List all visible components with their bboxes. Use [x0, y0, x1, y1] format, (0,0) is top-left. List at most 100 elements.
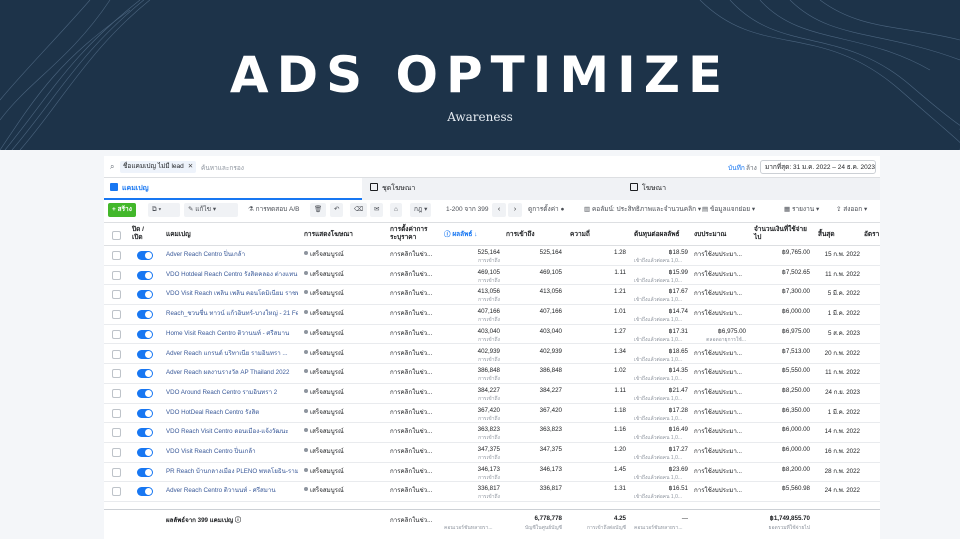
results-sub: การเข้าถึง [478, 435, 500, 442]
row-toggle[interactable] [137, 487, 153, 497]
reach-value: 346,173 [539, 465, 562, 473]
campaign-name-link[interactable]: Home Visit Reach Centro ติวานนท์ - ศรีสม… [166, 328, 298, 338]
header-campaign[interactable]: แคมเปญ [166, 231, 191, 239]
campaign-name-link[interactable]: VDO Reach Visit Centro ดอนเมือง-แจ้งวัฒน… [166, 426, 298, 436]
header-amount-spent[interactable]: จำนวนเงินที่ใช้จ่ายไป [754, 226, 810, 242]
campaign-name-link[interactable]: PR Reach บ้านกลางเมือง PLENO พหลโยธิน-รา… [166, 466, 298, 476]
comment-icon[interactable]: ✉ [370, 203, 384, 217]
campaign-name-link[interactable]: Reach_ชวนชื่น ทาวน์ แก้วอินทร์-บางใหญ่ -… [166, 308, 298, 318]
table-row[interactable]: PR Reach บ้านกลางเมือง PLENO พหลโยธิน-รา… [104, 462, 880, 483]
table-row[interactable]: VDO Hotdeal Reach Centro รังสิตคลอง ต่าง… [104, 265, 880, 286]
clear-button[interactable]: ล้าง [746, 163, 757, 173]
header-onoff[interactable]: ปิด / เปิด [132, 226, 154, 242]
table-row[interactable]: Adver Reach แกรนด์ บริทาเนีย รามอินทรา .… [104, 344, 880, 365]
reports-dropdown[interactable]: ▦ รายงาน ▾ [780, 203, 823, 217]
row-checkbox[interactable] [112, 329, 121, 339]
row-checkbox[interactable] [112, 270, 121, 280]
header-more[interactable]: อัตรา [864, 231, 879, 239]
campaign-name-link[interactable]: VDO Hotdeal Reach Centro รังสิตคลอง ต่าง… [166, 269, 298, 279]
view-setup-toggle[interactable]: ดูการตั้งค่า ● [524, 203, 568, 217]
search-input[interactable]: ค้นหาและกรอง [201, 163, 244, 173]
table-row[interactable]: Reach_ชวนชื่น ทาวน์ แก้วอินทร์-บางใหญ่ -… [104, 305, 880, 325]
prev-page-button[interactable]: ‹ [492, 203, 506, 217]
delete-icon[interactable]: 🗑 [310, 203, 327, 217]
budget-value: การใช้งบประมา... [694, 408, 742, 416]
row-checkbox[interactable] [112, 408, 121, 418]
header-budget[interactable]: งบประมาณ [694, 231, 726, 239]
row-toggle[interactable] [137, 251, 153, 260]
header-cost-per-result[interactable]: ต้นทุนต่อผลลัพธ์ [634, 231, 680, 239]
duplicate-button[interactable]: ⧉ ▾ [148, 203, 180, 217]
select-all-checkbox[interactable] [112, 231, 121, 240]
table-row[interactable]: VDO Visit Reach เพลิน เพลิน คอนโดมิเนียม… [104, 285, 880, 306]
trash-icon[interactable]: ⌫ [350, 203, 368, 217]
campaign-name-link[interactable]: VDO Visit Reach Centro ปิ่นเกล้า [166, 446, 298, 456]
tab-ads[interactable]: โฆษณา [624, 178, 880, 200]
table-row[interactable]: Adver Reach ผลงานรางวัล AP Thailand 2022… [104, 364, 880, 384]
results-sub: การเข้าถึง [478, 376, 500, 383]
row-checkbox[interactable] [112, 467, 121, 477]
table-row[interactable]: Home Visit Reach Centro ติวานนท์ - ศรีสม… [104, 324, 880, 345]
row-toggle[interactable] [137, 369, 153, 379]
filter-chip[interactable]: ชื่อแคมเปญ ไม่มี lead ✕ [120, 161, 197, 173]
edit-button[interactable]: ✎ แก้ไข ▾ [184, 203, 238, 217]
campaign-name-link[interactable]: Adver Reach Centro ปิ่นเกล้า [166, 249, 298, 259]
status-dot-icon [304, 408, 308, 413]
campaign-name-link[interactable]: VDO HotDeal Reach Centro รังสิต [166, 407, 298, 417]
export-dropdown[interactable]: ⇪ ส่งออก ▾ [832, 203, 871, 217]
header-delivery[interactable]: การแสดงโฆษณา [304, 231, 353, 239]
row-checkbox[interactable] [112, 369, 121, 379]
tab-adsets[interactable]: ชุดโฆษณา [364, 178, 622, 200]
row-checkbox[interactable] [112, 310, 121, 320]
undo-icon[interactable]: ↶ [330, 203, 344, 217]
row-toggle[interactable] [137, 428, 153, 438]
amount-spent-value: ฿9,765.00 [781, 249, 810, 256]
next-page-button[interactable]: › [508, 203, 522, 217]
row-toggle[interactable] [137, 448, 153, 457]
tab-campaigns[interactable]: แคมเปญ [104, 178, 362, 200]
campaign-name-link[interactable]: VDO Visit Reach เพลิน เพลิน คอนโดมิเนียม… [166, 288, 298, 298]
row-toggle[interactable] [137, 349, 153, 359]
row-checkbox[interactable] [112, 388, 121, 398]
cost-per-result-value: ฿16.51 [668, 485, 688, 493]
row-checkbox[interactable] [112, 448, 121, 457]
row-toggle[interactable] [137, 310, 153, 320]
campaign-name-link[interactable]: VDO Around Reach Centro รามอินทรา 2 [166, 387, 298, 397]
header-reach[interactable]: การเข้าถึง [506, 231, 535, 239]
ab-test-button[interactable]: ⚗ การทดสอบ A/B [244, 203, 304, 217]
campaign-name-link[interactable]: Adver Reach Centro ติวานนท์ - ศรีสมาน [166, 485, 298, 495]
columns-dropdown[interactable]: ▥ คอลัมน์: ประสิทธิภาพและจำนวนคลิก ▾ [580, 203, 705, 217]
row-toggle[interactable] [137, 329, 153, 339]
row-checkbox[interactable] [112, 428, 121, 438]
campaign-name-link[interactable]: Adver Reach ผลงานรางวัล AP Thailand 2022 [166, 367, 298, 377]
row-toggle[interactable] [137, 388, 153, 398]
row-toggle[interactable] [137, 467, 153, 477]
date-range-picker[interactable]: มากที่สุด: 31 ม.ค. 2022 – 24 ธ.ค. 2023 [760, 160, 876, 174]
table-row[interactable]: Adver Reach Centro ติวานนท์ - ศรีสมาน เสร… [104, 482, 880, 503]
row-checkbox[interactable] [112, 349, 121, 359]
row-checkbox[interactable] [112, 487, 121, 497]
header-bid-strategy[interactable]: การตั้งค่าการ ระบุราคา [390, 226, 436, 242]
header-results[interactable]: ⓘ ผลลัพธ์ ↓ [444, 231, 477, 239]
campaign-name-link[interactable]: Adver Reach แกรนด์ บริทาเนีย รามอินทรา .… [166, 348, 298, 358]
table-row[interactable]: VDO Around Reach Centro รามอินทรา 2 เสร็จ… [104, 383, 880, 404]
hero-subtitle: Awareness [447, 110, 513, 124]
tag-icon[interactable]: ⌂ [390, 203, 402, 217]
table-row[interactable]: VDO HotDeal Reach Centro รังสิต เสร็จสมบู… [104, 403, 880, 424]
header-frequency[interactable]: ความถี่ [570, 231, 590, 239]
row-checkbox[interactable] [112, 251, 121, 260]
row-toggle[interactable] [137, 270, 153, 280]
close-icon[interactable]: ✕ [188, 163, 193, 170]
header-ends[interactable]: สิ้นสุด [818, 231, 835, 239]
breakdown-dropdown[interactable]: ▤ ข้อมูลแจกย่อย ▾ [698, 203, 759, 217]
rules-dropdown[interactable]: กฎ ▾ [410, 203, 432, 217]
table-row[interactable]: Adver Reach Centro ปิ่นเกล้า เสร็จสมบูรณ์… [104, 246, 880, 266]
row-toggle[interactable] [137, 290, 153, 300]
create-button[interactable]: + สร้าง [108, 203, 136, 217]
save-button[interactable]: บันทึก [728, 163, 745, 173]
table-row[interactable]: VDO Reach Visit Centro ดอนเมือง-แจ้งวัฒน… [104, 423, 880, 443]
row-checkbox[interactable] [112, 290, 121, 300]
cost-per-result-value: ฿17.67 [668, 288, 688, 296]
row-toggle[interactable] [137, 408, 153, 418]
table-row[interactable]: VDO Visit Reach Centro ปิ่นเกล้า เสร็จสมบ… [104, 443, 880, 463]
